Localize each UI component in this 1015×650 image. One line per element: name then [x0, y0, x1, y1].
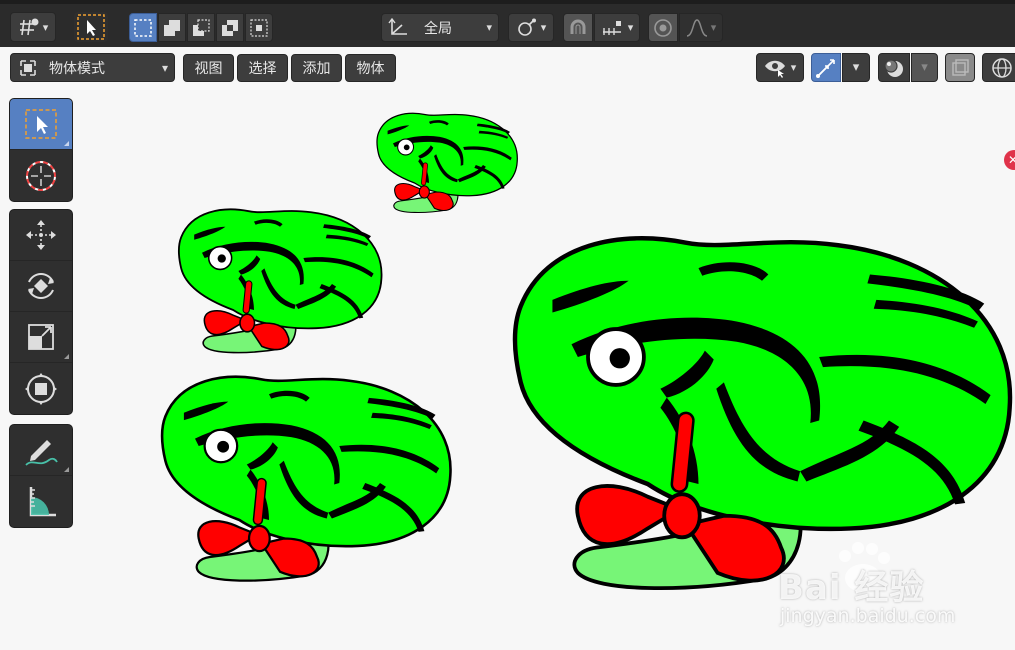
- transform-orientation-label: 全局: [424, 20, 452, 37]
- menu-select[interactable]: 选择: [237, 54, 288, 82]
- select-mode-difference-button[interactable]: [216, 13, 244, 42]
- falloff-dropdown[interactable]: ▾: [679, 13, 723, 42]
- chevron-down-icon: ▾: [627, 21, 634, 34]
- frog-large-right[interactable]: [515, 238, 1010, 588]
- chevron-down-icon: ▾: [486, 21, 492, 34]
- viewport-header: 物体模式 ▾ 视图 选择 添加 物体 ▾ ▾ ▾: [0, 47, 1015, 90]
- snapping-toggle[interactable]: [563, 13, 593, 42]
- snap-base-dropdown[interactable]: ▾: [508, 13, 554, 42]
- select-mode-intersect-button[interactable]: [245, 13, 273, 42]
- visibility-dropdown[interactable]: ▾: [756, 53, 804, 82]
- header-toolbar: ▾ 全局 ▾ ▾ ▾ ▾: [0, 0, 1015, 47]
- menu-view[interactable]: 视图: [183, 54, 234, 82]
- pivot-point-dropdown[interactable]: ▾: [10, 12, 56, 42]
- cursor-select-icon: [77, 14, 105, 40]
- menu-add[interactable]: 添加: [291, 54, 342, 82]
- chevron-down-icon: ▾: [790, 61, 797, 74]
- overlay-toggle[interactable]: [878, 53, 910, 82]
- xray-icon: [952, 58, 969, 76]
- falloff-curve-icon: [686, 18, 707, 37]
- gizmo-icon: [816, 58, 835, 78]
- select-extend-icon: [164, 19, 180, 36]
- transform-orientation-dropdown[interactable]: 全局 ▾: [381, 13, 499, 42]
- chevron-down-icon: ▾: [921, 60, 928, 75]
- menu-object[interactable]: 物体: [345, 54, 396, 82]
- chevron-down-icon: ▾: [710, 21, 717, 34]
- snap-link-icon: [517, 18, 536, 36]
- proportional-edit-icon: [654, 18, 672, 37]
- select-intersect-icon: [250, 18, 268, 37]
- snap-target-dropdown[interactable]: ▾: [594, 13, 640, 42]
- select-difference-icon: [222, 19, 238, 36]
- transform-orientation-icon: [388, 17, 407, 35]
- snap-increment-icon: [602, 20, 621, 35]
- chevron-down-icon: ▾: [42, 20, 49, 34]
- magnet-snap-icon: [570, 19, 586, 34]
- proportional-edit-toggle[interactable]: [648, 13, 678, 42]
- gizmo-toggle[interactable]: [811, 53, 841, 82]
- select-tool-button[interactable]: [74, 12, 108, 42]
- object-mode-icon: [20, 59, 36, 76]
- mode-selector-dropdown[interactable]: 物体模式 ▾: [10, 53, 175, 82]
- watermark-url: jingyan.baidu.com: [780, 605, 956, 627]
- watermark-logo-text: Bai 经验: [778, 568, 925, 608]
- pivot-point-icon: [19, 18, 39, 36]
- frog-middle-left[interactable]: [179, 209, 382, 352]
- select-mode-new-button[interactable]: [129, 13, 157, 42]
- eye-visibility-icon: [764, 60, 785, 78]
- chevron-down-icon: ▾: [540, 21, 547, 34]
- frog-bottom-left[interactable]: [162, 377, 450, 581]
- viewport-shading-icon: [992, 57, 1012, 78]
- overlay-dropdown[interactable]: ▾: [911, 53, 938, 82]
- select-mode-subtract-button[interactable]: [187, 13, 215, 42]
- select-mode-extend-button[interactable]: [158, 13, 186, 42]
- mode-label: 物体模式: [49, 60, 105, 77]
- gizmo-dropdown[interactable]: ▾: [842, 53, 870, 82]
- chevron-down-icon: ▾: [161, 60, 168, 75]
- shading-wireframe-button[interactable]: [982, 53, 1015, 82]
- select-new-icon: [134, 18, 152, 37]
- overlay-icon: [884, 58, 903, 77]
- chevron-down-icon: ▾: [852, 60, 860, 75]
- xray-toggle[interactable]: [945, 53, 975, 82]
- select-subtract-icon: [193, 18, 210, 36]
- frog-small-top[interactable]: [377, 113, 517, 212]
